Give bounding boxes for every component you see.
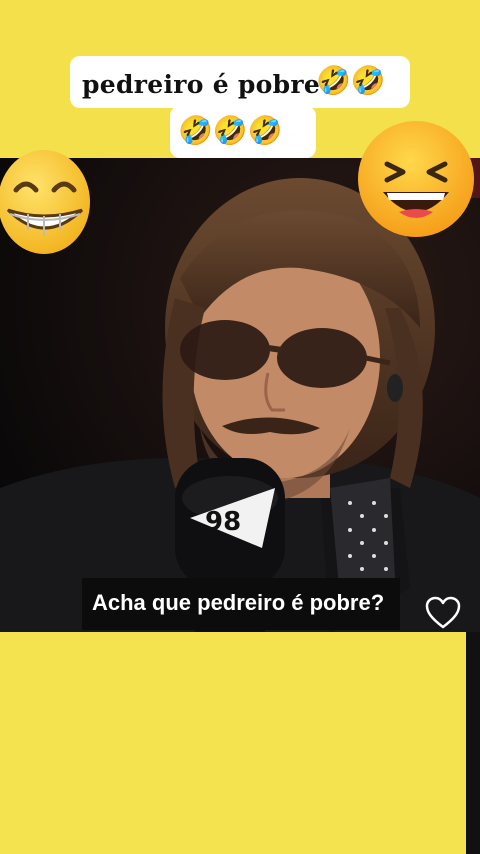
video-caption: Acha que pedreiro é pobre? xyxy=(92,590,385,615)
bottom-yellow-band xyxy=(0,632,466,854)
title-emojis-line2: 🤣🤣🤣 xyxy=(178,114,283,147)
right-edge-strip xyxy=(466,632,480,854)
laughing-face-icon xyxy=(357,120,475,238)
title-text: pedreiro é pobre xyxy=(82,70,321,99)
grinning-face-icon xyxy=(0,148,92,256)
title-emojis: 🤣🤣 xyxy=(316,64,386,97)
heart-icon[interactable] xyxy=(425,596,461,630)
mic-brand-label: 98 xyxy=(205,507,241,537)
